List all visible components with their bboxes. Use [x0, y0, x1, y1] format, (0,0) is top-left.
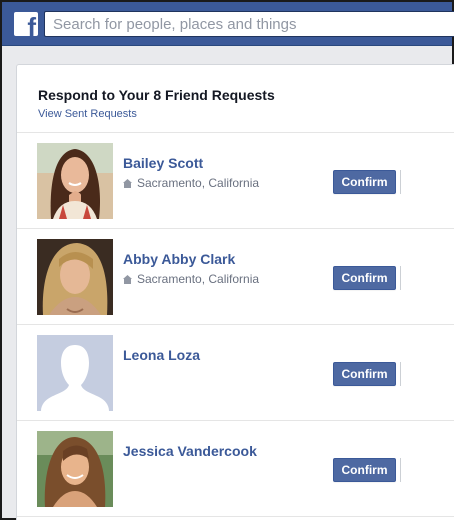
home-icon: [123, 178, 132, 188]
avatar[interactable]: [37, 335, 113, 411]
friend-name[interactable]: Abby Abby Clark: [123, 251, 235, 267]
friend-name[interactable]: Leona Loza: [123, 347, 200, 363]
friend-request-row: Jessica Vandercook Confirm: [17, 421, 454, 517]
search-input[interactable]: [44, 11, 454, 37]
avatar[interactable]: [37, 143, 113, 219]
friend-location: Sacramento, California: [123, 272, 259, 286]
confirm-button[interactable]: Confirm: [333, 458, 396, 482]
delete-request-button[interactable]: [400, 170, 406, 194]
home-icon: [123, 274, 132, 284]
delete-request-button[interactable]: [400, 266, 406, 290]
delete-request-button[interactable]: [400, 362, 406, 386]
confirm-button[interactable]: Confirm: [333, 362, 396, 386]
panel-header: Respond to Your 8 Friend Requests View S…: [17, 65, 454, 133]
avatar[interactable]: [37, 431, 113, 507]
friend-name[interactable]: Bailey Scott: [123, 155, 203, 171]
view-sent-requests-link[interactable]: View Sent Requests: [38, 108, 137, 120]
top-bar: f: [2, 2, 454, 46]
friend-request-row: Leona Loza Confirm: [17, 325, 454, 421]
friend-request-row: Bailey Scott Sacramento, California Conf…: [17, 133, 454, 229]
friend-name[interactable]: Jessica Vandercook: [123, 443, 257, 459]
confirm-button[interactable]: Confirm: [333, 266, 396, 290]
facebook-logo-icon[interactable]: f: [14, 12, 38, 36]
confirm-button[interactable]: Confirm: [333, 170, 396, 194]
friend-request-row: Abby Abby Clark Sacramento, California C…: [17, 229, 454, 325]
friend-requests-panel: Respond to Your 8 Friend Requests View S…: [16, 64, 454, 520]
avatar[interactable]: [37, 239, 113, 315]
page-title: Respond to Your 8 Friend Requests: [38, 87, 275, 103]
friend-location: Sacramento, California: [123, 176, 259, 190]
delete-request-button[interactable]: [400, 458, 406, 482]
